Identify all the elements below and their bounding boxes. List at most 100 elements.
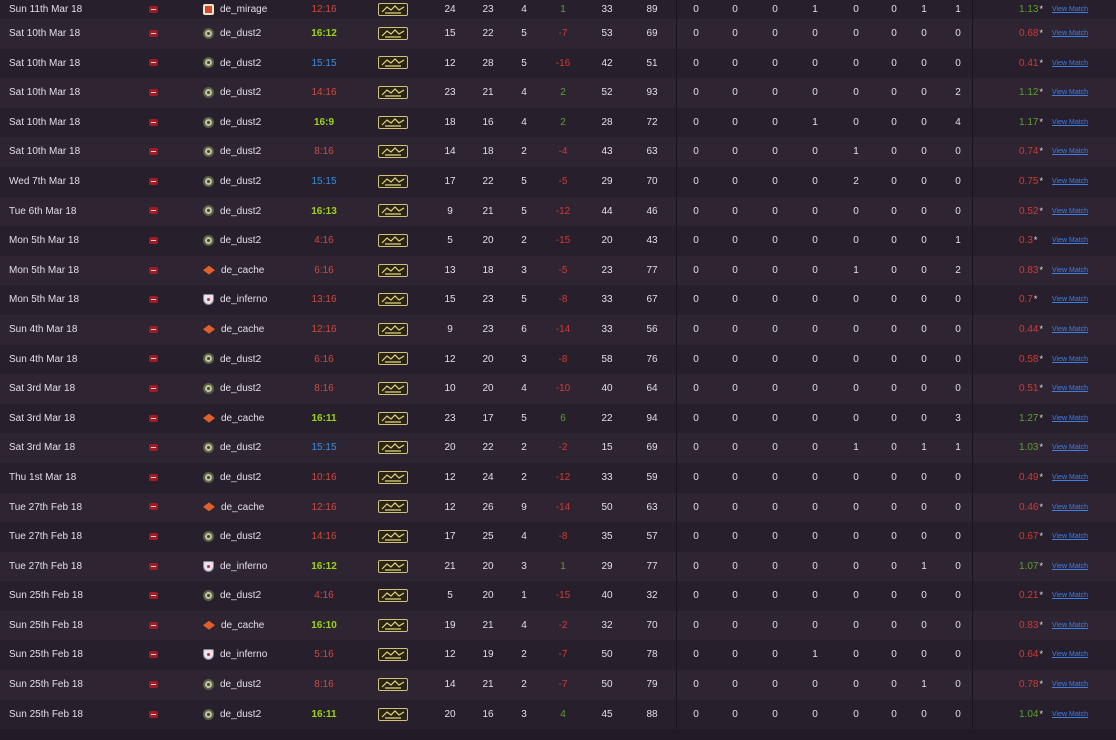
- assists-value: 17: [482, 412, 494, 424]
- assists-value: 20: [482, 353, 494, 365]
- view-match-link[interactable]: View Match: [1052, 108, 1088, 138]
- stat-f-value: 0: [891, 649, 897, 661]
- assists-value: 21: [482, 87, 494, 99]
- dust2-icon: [203, 678, 214, 690]
- stat-h-value: 1: [955, 442, 961, 454]
- map-name: de_dust2: [220, 353, 262, 365]
- stat-a-value: 0: [693, 28, 699, 39]
- match-date: Sat 10th Mar 18: [9, 28, 81, 39]
- hs-value: 50: [601, 649, 613, 661]
- view-match-link[interactable]: View Match: [1052, 0, 1088, 19]
- view-match-link[interactable]: View Match: [1052, 374, 1088, 404]
- map-cell: de_dust2: [203, 167, 261, 197]
- stat-e-value: 1: [853, 442, 859, 454]
- hs-value: 33: [601, 471, 613, 483]
- adr-value: 57: [646, 531, 658, 543]
- deaths-value: 5: [521, 175, 527, 187]
- stat-b-value: 0: [732, 294, 738, 306]
- view-match-link[interactable]: View Match: [1052, 640, 1088, 670]
- stat-a-value: 0: [693, 146, 699, 158]
- view-match-link[interactable]: View Match: [1052, 256, 1088, 286]
- hs-value: 53: [601, 28, 613, 39]
- rating-cell: 0.83*: [1019, 256, 1043, 286]
- view-match-link[interactable]: View Match: [1052, 19, 1088, 49]
- view-match-link[interactable]: View Match: [1052, 137, 1088, 167]
- column-divider: [676, 344, 677, 375]
- dust2-icon: [203, 146, 214, 158]
- map-cell: de_dust2: [203, 226, 261, 256]
- view-match-link[interactable]: View Match: [1052, 404, 1088, 434]
- match-score: 5:16: [314, 649, 334, 661]
- rating-star: *: [1039, 4, 1043, 14]
- rating-cell: 0.67*: [1019, 522, 1043, 552]
- map-cell: de_dust2: [203, 374, 261, 404]
- adr-value: 93: [646, 87, 658, 99]
- view-match-link[interactable]: View Match: [1052, 226, 1088, 256]
- provider-badge-icon: [147, 137, 159, 167]
- view-match-link[interactable]: View Match: [1052, 78, 1088, 108]
- stat-d-value: 0: [812, 471, 818, 483]
- cache-icon: [203, 265, 215, 275]
- view-match-link[interactable]: View Match: [1052, 581, 1088, 611]
- stat-c-value: 0: [772, 294, 778, 306]
- kills-value: 12: [444, 649, 456, 661]
- rating-star: *: [1039, 175, 1043, 186]
- view-match-link[interactable]: View Match: [1052, 49, 1088, 79]
- view-match-link[interactable]: View Match: [1052, 315, 1088, 345]
- stat-e-value: 0: [853, 353, 859, 365]
- stat-g-value: 0: [921, 87, 927, 99]
- rating-cell: 0.41*: [1019, 49, 1043, 79]
- deaths-value: 4: [521, 87, 527, 99]
- view-match-link[interactable]: View Match: [1052, 493, 1088, 523]
- provider-badge-icon: [147, 226, 159, 256]
- kills-value: 12: [444, 471, 456, 483]
- view-match-link[interactable]: View Match: [1052, 611, 1088, 641]
- kills-value: 20: [444, 708, 456, 720]
- view-match-link[interactable]: View Match: [1052, 167, 1088, 197]
- view-match-link[interactable]: View Match: [1052, 552, 1088, 582]
- map-cell: de_dust2: [203, 78, 261, 108]
- rating-value: 0.52: [1019, 205, 1039, 217]
- kills-value: 5: [447, 235, 453, 247]
- deaths-value: 4: [521, 383, 527, 395]
- diff-value: -15: [555, 235, 571, 247]
- deaths-value: 1: [521, 590, 527, 602]
- view-match-link[interactable]: View Match: [1052, 670, 1088, 700]
- stat-a-value: 0: [693, 708, 699, 720]
- view-match-link[interactable]: View Match: [1052, 197, 1088, 227]
- match-score: 13:16: [311, 294, 337, 306]
- stat-b-value: 0: [732, 708, 738, 720]
- assists-value: 20: [482, 590, 494, 602]
- stat-g-value: 0: [921, 590, 927, 602]
- match-score: 4:16: [314, 590, 334, 602]
- column-divider: [676, 285, 677, 315]
- deaths-value: 2: [521, 235, 527, 247]
- view-match-link[interactable]: View Match: [1052, 700, 1088, 730]
- stat-f-value: 0: [891, 87, 897, 99]
- view-match-link[interactable]: View Match: [1052, 522, 1088, 552]
- view-match-link[interactable]: View Match: [1052, 285, 1088, 315]
- diff-value: -5: [558, 264, 568, 276]
- stat-a-value: 0: [693, 353, 699, 365]
- stat-e-value: 0: [853, 235, 859, 247]
- stat-f-value: 0: [891, 412, 897, 424]
- view-match-link[interactable]: View Match: [1052, 463, 1088, 493]
- view-match-link[interactable]: View Match: [1052, 433, 1088, 463]
- stat-a-value: 0: [693, 412, 699, 424]
- match-score: 6:16: [314, 353, 334, 365]
- stat-h-value: 0: [955, 294, 961, 306]
- deaths-value: 3: [521, 353, 527, 365]
- rating-value: 0.83: [1019, 264, 1039, 276]
- hs-value: 29: [601, 560, 613, 572]
- dust2-icon: [203, 353, 214, 365]
- stat-c-value: 0: [772, 501, 778, 513]
- rating-cell: 1.04*: [1019, 700, 1043, 730]
- adr-value: 63: [646, 146, 658, 158]
- dust2-icon: [203, 442, 214, 454]
- stat-c-value: 0: [772, 679, 778, 691]
- match-row: Sun 25th Feb 18 de_dust2 16:11 20 16 3 4…: [0, 699, 1116, 730]
- match-history-table: Sun 11th Mar 18 de_mirage 12:16 24 23 4 …: [0, 0, 1116, 730]
- column-divider: [972, 699, 973, 730]
- view-match-link[interactable]: View Match: [1052, 345, 1088, 375]
- provider-badge-icon: [147, 0, 159, 19]
